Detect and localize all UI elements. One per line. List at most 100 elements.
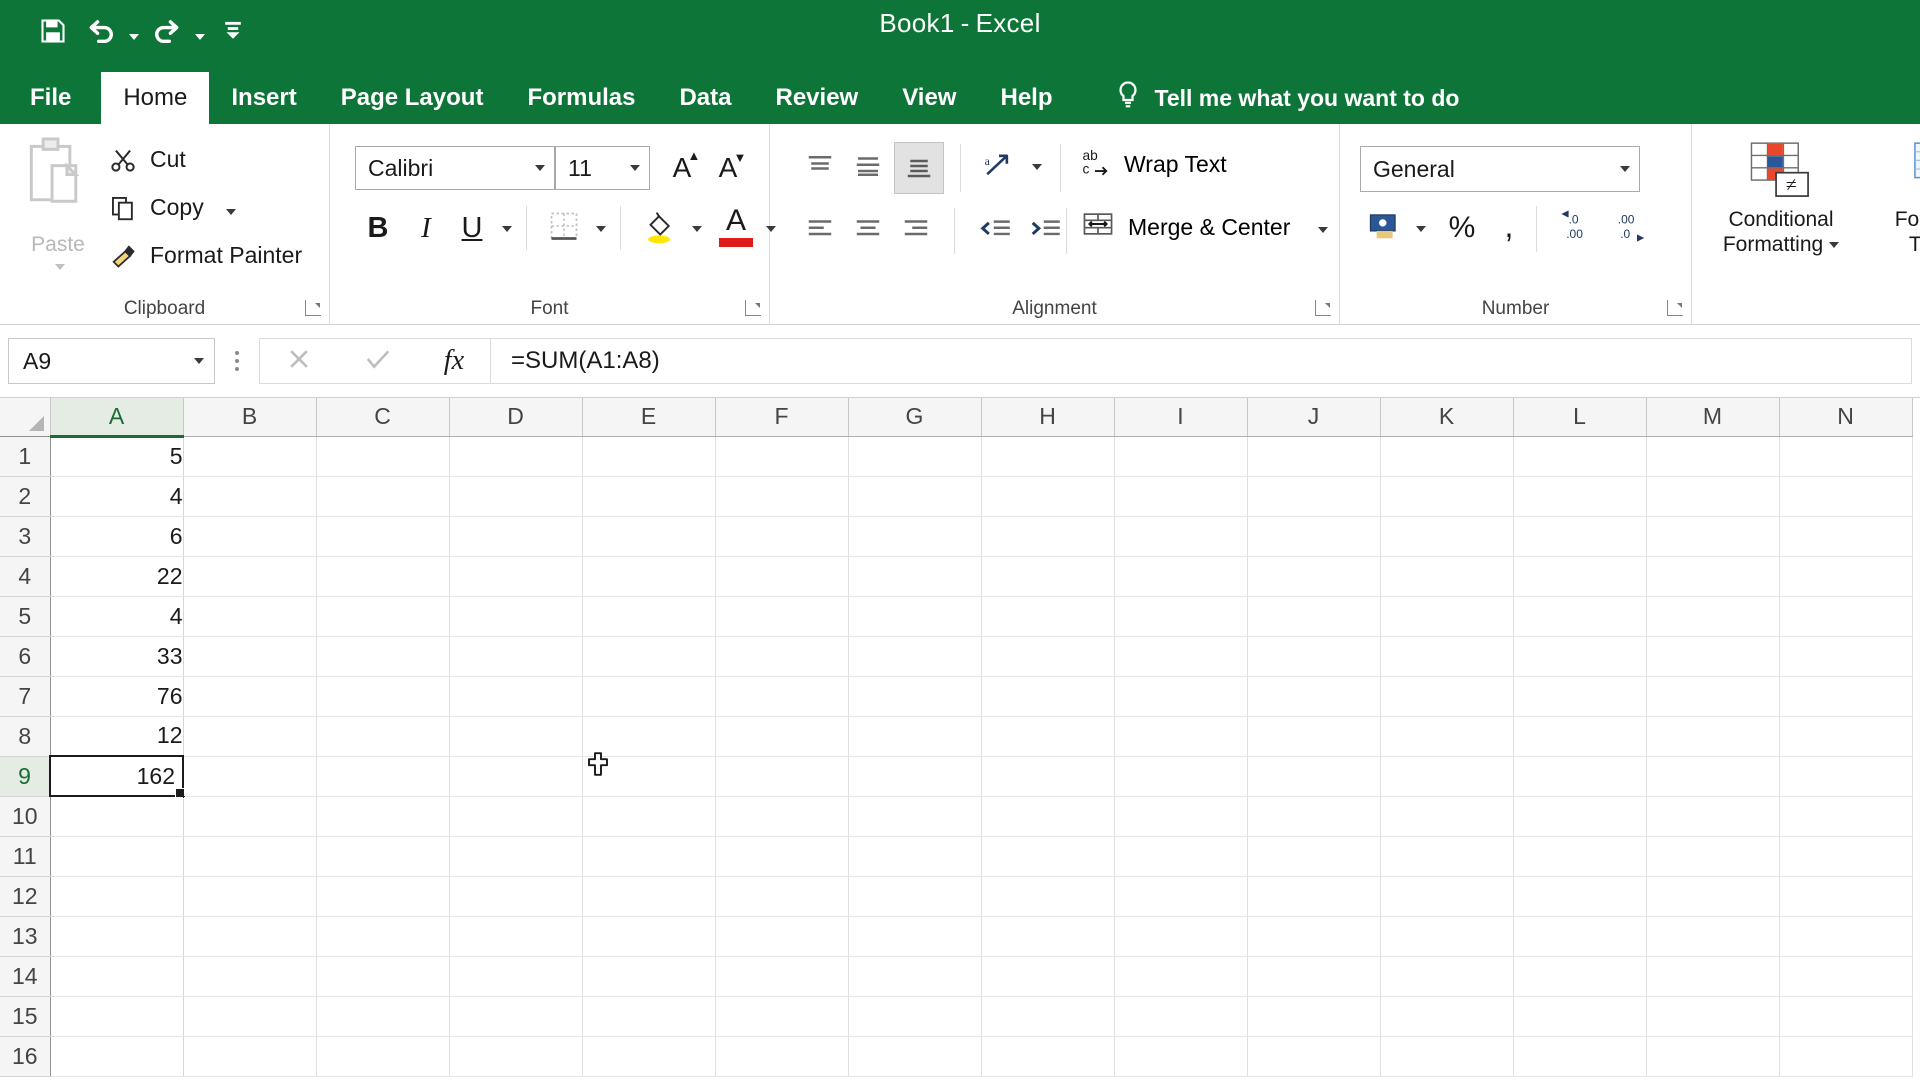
cell-C1[interactable]: [316, 436, 450, 477]
font-family-dropdown-icon[interactable]: [526, 165, 554, 171]
accounting-format-button[interactable]: [1362, 206, 1406, 250]
cell-F5[interactable]: [715, 596, 849, 637]
paste-button[interactable]: Paste: [14, 136, 102, 286]
cell-B1[interactable]: [183, 436, 317, 477]
cell-M8[interactable]: [1646, 716, 1780, 757]
cell-B10[interactable]: [183, 796, 317, 837]
cell-B2[interactable]: [183, 476, 317, 517]
cell-L13[interactable]: [1513, 916, 1647, 957]
cell-I1[interactable]: [1114, 436, 1248, 477]
cell-I16[interactable]: [1114, 1036, 1248, 1077]
cell-I13[interactable]: [1114, 916, 1248, 957]
cell-K8[interactable]: [1380, 716, 1514, 757]
cell-J9[interactable]: [1247, 756, 1381, 797]
cell-F15[interactable]: [715, 996, 849, 1037]
cell-D4[interactable]: [449, 556, 583, 597]
decrease-font-size-button[interactable]: A ▼: [708, 148, 748, 188]
cell-I6[interactable]: [1114, 636, 1248, 677]
cell-M7[interactable]: [1646, 676, 1780, 717]
conditional-formatting-button[interactable]: ≠ Conditional Formatting: [1696, 138, 1866, 258]
tab-insert[interactable]: Insert: [209, 72, 318, 124]
cell-F6[interactable]: [715, 636, 849, 677]
cell-L12[interactable]: [1513, 876, 1647, 917]
cell-B9[interactable]: [183, 756, 317, 797]
cell-M4[interactable]: [1646, 556, 1780, 597]
row-header-8[interactable]: 8: [0, 716, 51, 757]
cell-M5[interactable]: [1646, 596, 1780, 637]
cell-G12[interactable]: [848, 876, 982, 917]
cell-J16[interactable]: [1247, 1036, 1381, 1077]
cell-F8[interactable]: [715, 716, 849, 757]
cell-K5[interactable]: [1380, 596, 1514, 637]
col-header-M[interactable]: M: [1646, 398, 1780, 437]
cell-G13[interactable]: [848, 916, 982, 957]
cell-F12[interactable]: [715, 876, 849, 917]
cell-M3[interactable]: [1646, 516, 1780, 557]
cell-N2[interactable]: [1779, 476, 1913, 517]
tell-me-search[interactable]: Tell me what you want to do: [1115, 72, 1459, 124]
cell-C16[interactable]: [316, 1036, 450, 1077]
cell-M16[interactable]: [1646, 1036, 1780, 1077]
row-header-2[interactable]: 2: [0, 476, 51, 517]
col-header-I[interactable]: I: [1114, 398, 1248, 437]
increase-indent-button[interactable]: [1022, 210, 1068, 252]
cell-G2[interactable]: [848, 476, 982, 517]
cell-K1[interactable]: [1380, 436, 1514, 477]
cell-D6[interactable]: [449, 636, 583, 677]
col-header-F[interactable]: F: [715, 398, 849, 437]
cell-E11[interactable]: [582, 836, 716, 877]
tab-view[interactable]: View: [880, 72, 978, 124]
cell-G8[interactable]: [848, 716, 982, 757]
tab-review[interactable]: Review: [754, 72, 881, 124]
cell-L7[interactable]: [1513, 676, 1647, 717]
cell-I7[interactable]: [1114, 676, 1248, 717]
col-header-G[interactable]: G: [848, 398, 982, 437]
cell-E16[interactable]: [582, 1036, 716, 1077]
cell-C6[interactable]: [316, 636, 450, 677]
cell-K13[interactable]: [1380, 916, 1514, 957]
cell-M2[interactable]: [1646, 476, 1780, 517]
borders-button[interactable]: [542, 206, 586, 250]
underline-button[interactable]: U: [452, 206, 492, 250]
cell-F11[interactable]: [715, 836, 849, 877]
cell-C12[interactable]: [316, 876, 450, 917]
cell-N13[interactable]: [1779, 916, 1913, 957]
cell-A12[interactable]: [50, 876, 184, 917]
cell-I9[interactable]: [1114, 756, 1248, 797]
cell-C13[interactable]: [316, 916, 450, 957]
cell-E6[interactable]: [582, 636, 716, 677]
cell-E4[interactable]: [582, 556, 716, 597]
cell-N6[interactable]: [1779, 636, 1913, 677]
cell-G4[interactable]: [848, 556, 982, 597]
cell-L8[interactable]: [1513, 716, 1647, 757]
cell-E7[interactable]: [582, 676, 716, 717]
cell-C8[interactable]: [316, 716, 450, 757]
cell-A9[interactable]: 162: [49, 755, 187, 800]
merge-center-button[interactable]: Merge & Center: [1082, 210, 1329, 244]
cell-M13[interactable]: [1646, 916, 1780, 957]
cell-D5[interactable]: [449, 596, 583, 637]
cell-N16[interactable]: [1779, 1036, 1913, 1077]
row-header-1[interactable]: 1: [0, 436, 51, 477]
font-size-combo[interactable]: 11: [555, 146, 650, 190]
cell-F1[interactable]: [715, 436, 849, 477]
name-box-dropdown-icon[interactable]: [184, 358, 214, 364]
cell-D10[interactable]: [449, 796, 583, 837]
row-header-6[interactable]: 6: [0, 636, 51, 677]
cell-E2[interactable]: [582, 476, 716, 517]
cell-I3[interactable]: [1114, 516, 1248, 557]
cell-D14[interactable]: [449, 956, 583, 997]
cell-C14[interactable]: [316, 956, 450, 997]
cell-H9[interactable]: [981, 756, 1115, 797]
spreadsheet-grid[interactable]: A B C D E F G H I J K L M N 1 5 2 4 3 6 4 22 5 4 6…: [0, 398, 1920, 1080]
font-size-dropdown-icon[interactable]: [621, 165, 649, 171]
cell-E1[interactable]: [582, 436, 716, 477]
cell-B11[interactable]: [183, 836, 317, 877]
cell-D12[interactable]: [449, 876, 583, 917]
cell-N10[interactable]: [1779, 796, 1913, 837]
cell-K16[interactable]: [1380, 1036, 1514, 1077]
enter-formula-icon[interactable]: [364, 346, 392, 377]
number-dialog-launcher[interactable]: [1667, 300, 1683, 316]
cell-H12[interactable]: [981, 876, 1115, 917]
cell-G5[interactable]: [848, 596, 982, 637]
